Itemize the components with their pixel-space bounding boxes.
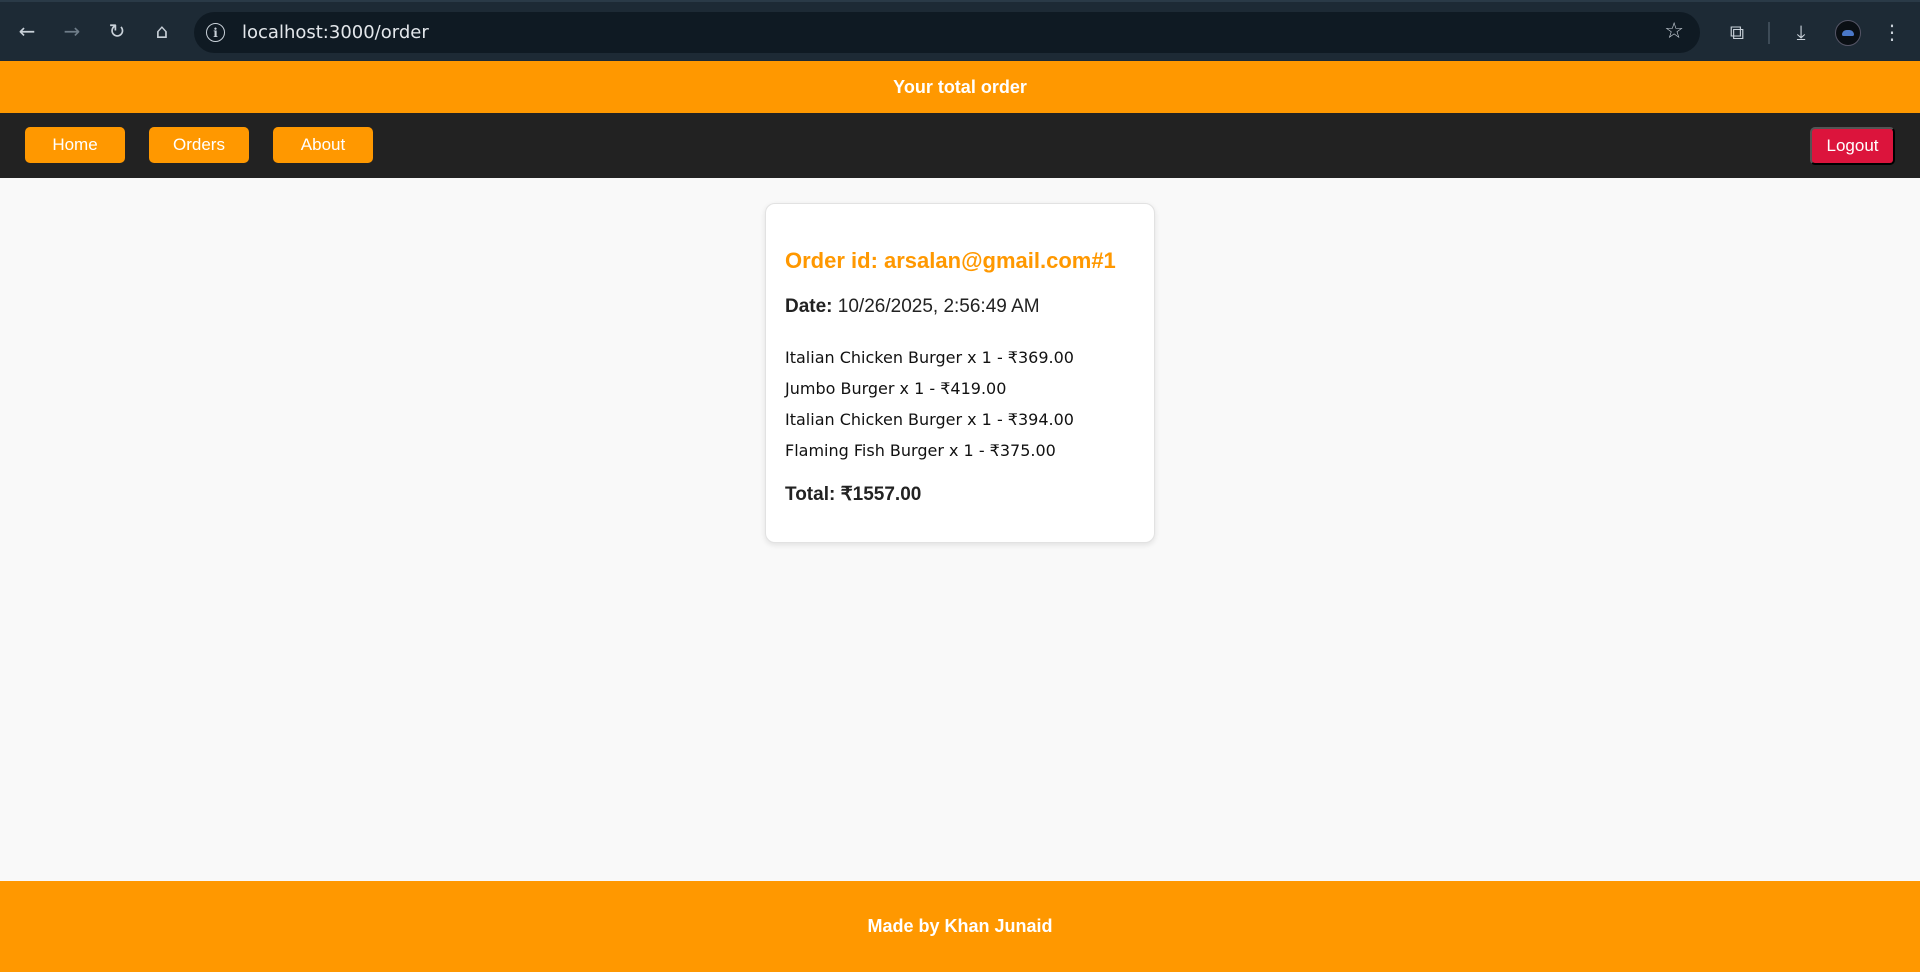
order-total: Total: ₹1557.00 [785,484,922,505]
main-navbar: Home Orders About Logout [0,113,1920,178]
kebab-menu-icon[interactable]: ⋮ [1879,19,1905,45]
order-id: Order id: arsalan@gmail.com#1 [785,248,1116,273]
order-item: Jumbo Burger x 1 - ₹419.00 [785,379,1007,398]
page-header: Your total order [0,61,1920,113]
order-card: Order id: arsalan@gmail.com#1 Date: 10/2… [765,203,1155,543]
order-date-value: 10/26/2025, 2:56:49 AM [837,296,1040,317]
order-item: Italian Chicken Burger x 1 - ₹394.00 [785,410,1074,429]
page-footer: Made by Khan Junaid [0,881,1920,972]
footer-author: Khan Junaid [944,916,1053,936]
logout-button[interactable]: Logout [1810,127,1895,165]
about-button[interactable]: About [273,127,373,163]
address-bar[interactable]: i localhost:3000/order ☆ [194,12,1700,53]
star-icon[interactable]: ☆ [1664,19,1684,44]
info-icon[interactable]: i [206,23,225,42]
profile-avatar[interactable] [1835,20,1861,46]
home-icon[interactable]: ⌂ [150,19,174,43]
forward-arrow-icon[interactable]: → [60,19,84,43]
order-item: Italian Chicken Burger x 1 - ₹369.00 [785,348,1074,367]
order-date-label: Date: [785,296,833,317]
page-title: Your total order [893,76,1027,97]
order-item: Flaming Fish Burger x 1 - ₹375.00 [785,441,1056,460]
order-items-list: Italian Chicken Burger x 1 - ₹369.00 Jum… [785,342,1074,466]
browser-toolbar: ← → ↻ ⌂ i localhost:3000/order ☆ ⧉ ⤓ ⋮ [0,0,1920,61]
url-text[interactable]: localhost:3000/order [242,22,429,43]
toolbar-divider [1768,22,1770,44]
home-button[interactable]: Home [25,127,125,163]
order-date: Date: 10/26/2025, 2:56:49 AM [785,296,1040,318]
back-arrow-icon[interactable]: ← [15,19,39,43]
footer-prefix: Made by [867,916,940,936]
orders-button[interactable]: Orders [149,127,249,163]
puzzle-icon[interactable]: ⧉ [1724,19,1750,45]
download-icon[interactable]: ⤓ [1788,19,1814,45]
reload-icon[interactable]: ↻ [105,19,129,43]
